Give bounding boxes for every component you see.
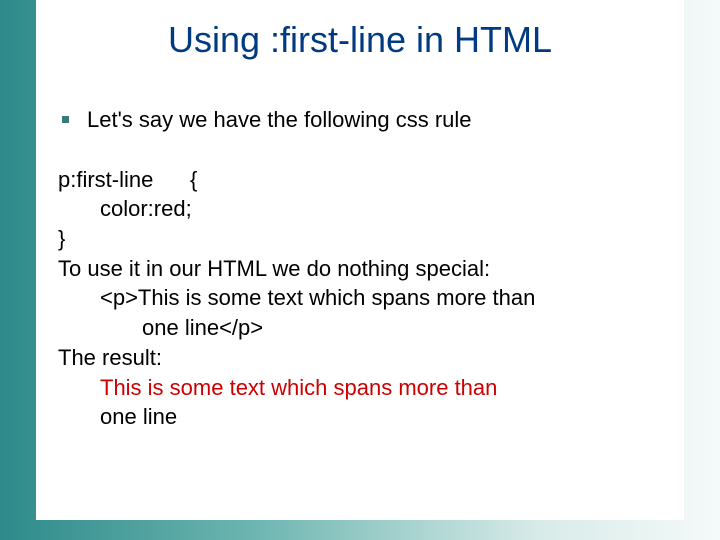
slide: Using :first-line in HTML Let's say we h… bbox=[0, 0, 720, 540]
code-line: one line</p> bbox=[58, 313, 664, 343]
title-container: Using :first-line in HTML bbox=[36, 0, 684, 80]
result-line-red: This is some text which spans more than bbox=[58, 373, 664, 403]
code-line: <p>This is some text which spans more th… bbox=[58, 283, 664, 313]
slide-title: Using :first-line in HTML bbox=[168, 19, 552, 61]
bullet-icon bbox=[62, 116, 69, 123]
code-line: } bbox=[58, 224, 664, 254]
code-block: p:first-line { color:red; } To use it in… bbox=[58, 165, 664, 432]
code-line: The result: bbox=[58, 343, 664, 373]
result-line: one line bbox=[58, 402, 664, 432]
bullet-item: Let's say we have the following css rule bbox=[56, 105, 664, 135]
code-line: To use it in our HTML we do nothing spec… bbox=[58, 254, 664, 284]
code-line: p:first-line { bbox=[58, 165, 664, 195]
slide-body: Let's say we have the following css rule… bbox=[36, 80, 684, 520]
code-line: color:red; bbox=[58, 194, 664, 224]
bullet-text: Let's say we have the following css rule bbox=[87, 105, 472, 135]
